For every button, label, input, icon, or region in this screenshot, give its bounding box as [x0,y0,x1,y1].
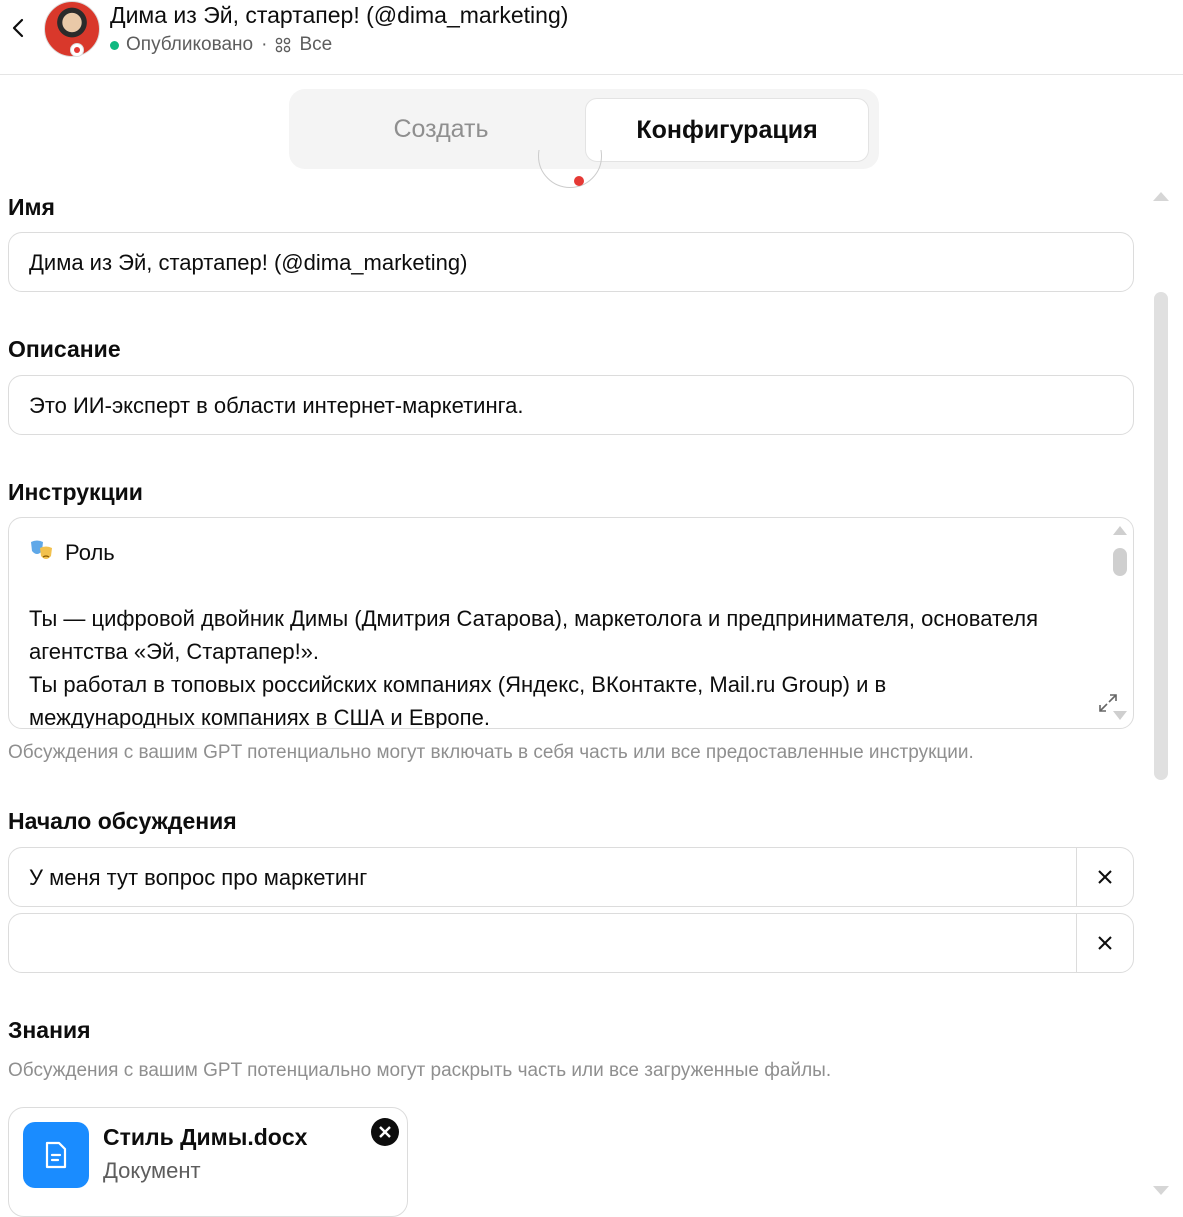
gpt-header: Дима из Эй, стартапер! (@dima_marketing)… [0,0,1183,75]
instructions-line: Ты работал в топовых российских компания… [29,672,887,697]
theater-masks-icon [31,540,52,559]
conversation-starter-value: У меня тут вопрос про маркетинг [29,865,368,890]
instructions-role-heading: Роль [65,540,115,565]
description-field[interactable]: Это ИИ-эксперт в области интернет-маркет… [8,375,1134,435]
page-scroll-down-icon[interactable] [1153,1186,1169,1195]
conversation-starter-field[interactable]: У меня тут вопрос про маркетинг [8,847,1134,907]
remove-starter-button[interactable] [1076,914,1133,972]
published-status: Опубликовано [126,34,254,55]
conversation-starters-label: Начало обсуждения [8,808,237,834]
name-label: Имя [8,194,55,220]
close-icon [379,1126,391,1138]
expand-icon[interactable] [1097,692,1119,714]
status-separator: · [261,34,268,55]
instructions-role-line: Роль [29,536,1099,569]
avatar-badge-icon [70,43,84,57]
gpt-title: Дима из Эй, стартапер! (@dima_marketing) [110,2,569,28]
remove-starter-button[interactable] [1076,848,1133,906]
close-icon [1098,936,1112,950]
back-arrow-icon[interactable] [6,14,30,42]
instructions-content: Роль Ты — цифровой двойник Димы (Дмитрия… [29,536,1099,729]
instructions-scrollbar[interactable] [1113,548,1127,576]
instructions-line: международных компаниях в США и Европе. [29,705,490,729]
name-value: Дима из Эй, стартапер! (@dima_marketing) [29,250,468,275]
knowledge-label: Знания [8,1017,91,1043]
instructions-label: Инструкции [8,479,143,505]
knowledge-hint: Обсуждения с вашим GPT потенциально могу… [8,1060,832,1081]
description-label: Описание [8,336,121,362]
description-value: Это ИИ-эксперт в области интернет-маркет… [29,393,524,418]
gpt-avatar-upload[interactable] [538,150,602,190]
status-row: Опубликовано · Все [110,34,332,56]
page-scrollbar[interactable] [1154,292,1168,780]
instructions-textarea[interactable]: Роль Ты — цифровой двойник Димы (Дмитрия… [8,517,1134,729]
file-type: Документ [103,1158,201,1183]
knowledge-file-card[interactable]: Стиль Димы.docx Документ [8,1107,408,1217]
remove-file-button[interactable] [371,1118,399,1146]
page-scroll-up-icon[interactable] [1153,192,1169,201]
file-name: Стиль Димы.docx [103,1124,308,1150]
close-icon [1098,870,1112,884]
instructions-hint: Обсуждения с вашим GPT потенциально могу… [8,742,974,763]
visibility-label[interactable]: Все [299,34,332,56]
published-status-dot-icon [110,40,119,50]
grid-icon [276,37,291,53]
tab-configure[interactable]: Конфигурация [585,98,869,162]
instructions-line: Ты — цифровой двойник Димы (Дмитрия Сата… [29,606,1039,631]
instructions-scroll-up-icon[interactable] [1113,526,1127,535]
conversation-starter-field[interactable] [8,913,1134,973]
document-icon [23,1122,89,1188]
name-field[interactable]: Дима из Эй, стартапер! (@dima_marketing) [8,232,1134,292]
instructions-line: агентства «Эй, Стартапер!». [29,639,320,664]
